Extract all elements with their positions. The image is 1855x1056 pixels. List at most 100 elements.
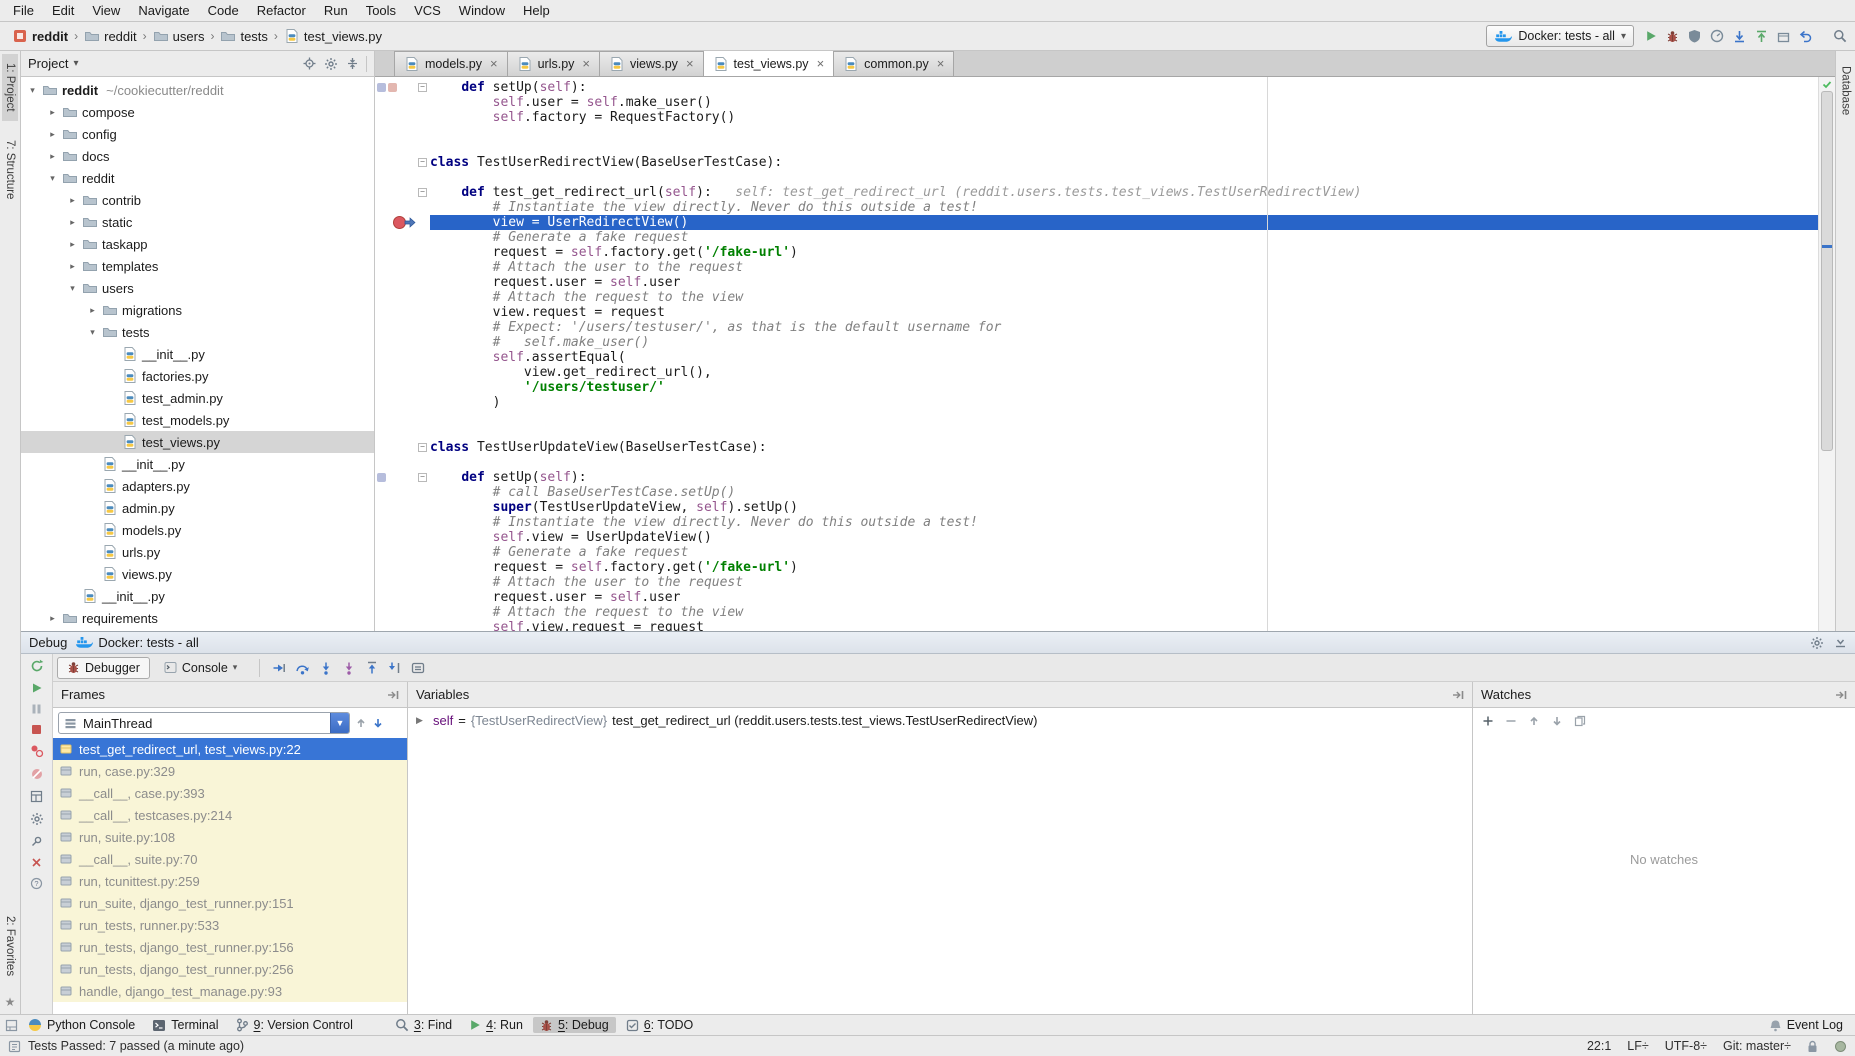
tool-stripe-button-1-project[interactable]: 1: Project — [2, 54, 18, 121]
tree-item-test_views-py[interactable]: test_views.py — [21, 431, 374, 453]
step-out-icon[interactable] — [365, 661, 379, 675]
breadcrumb-item[interactable]: tests — [216, 26, 271, 46]
editor-tab-urls-py[interactable]: urls.py× — [507, 51, 600, 76]
code-line[interactable]: view.get_redirect_url(), — [375, 365, 1818, 380]
next-frame-icon[interactable] — [372, 717, 384, 729]
gutter-cell[interactable] — [375, 230, 430, 245]
gutter-cell[interactable] — [375, 395, 430, 410]
gutter-cell[interactable] — [375, 485, 430, 500]
frame-row[interactable]: __call__, suite.py:70 — [53, 848, 407, 870]
gutter-cell[interactable] — [375, 125, 430, 140]
code-line[interactable]: − def test_get_redirect_url(self): self:… — [375, 185, 1818, 200]
gutter-cell[interactable] — [375, 95, 430, 110]
code-area[interactable]: − def setUp(self): self.user = self.make… — [375, 77, 1818, 631]
gutter-cell[interactable] — [375, 245, 430, 260]
tree-item-__init__-py[interactable]: __init__.py — [21, 343, 374, 365]
frame-row[interactable]: __call__, case.py:393 — [53, 782, 407, 804]
tree-item-urls-py[interactable]: urls.py — [21, 541, 374, 563]
rollback-icon[interactable] — [1799, 30, 1812, 43]
code-line[interactable] — [375, 455, 1818, 470]
code-line[interactable]: # Instantiate the view directly. Never d… — [375, 515, 1818, 530]
close-tab-icon[interactable]: × — [817, 59, 825, 69]
editor-tab-models-py[interactable]: models.py× — [394, 51, 508, 76]
code-line[interactable] — [375, 125, 1818, 140]
frame-row[interactable]: run, suite.py:108 — [53, 826, 407, 848]
tree-item-users[interactable]: ▾users — [21, 277, 374, 299]
gutter-cell[interactable]: − — [375, 470, 430, 485]
debug-icon[interactable] — [1666, 30, 1679, 43]
tests-status-icon[interactable] — [8, 1040, 21, 1053]
code-line[interactable]: request.user = self.user — [375, 590, 1818, 605]
step-into-icon[interactable] — [319, 661, 333, 675]
project-options-icon[interactable] — [324, 57, 338, 71]
close-tab-icon[interactable]: × — [582, 59, 590, 69]
gutter-cell[interactable] — [375, 515, 430, 530]
tool-window-button-python-console[interactable]: Python Console — [21, 1017, 142, 1033]
tree-chevron-right-icon[interactable]: ▸ — [65, 261, 80, 272]
code-line[interactable] — [375, 140, 1818, 155]
gutter-cell[interactable] — [375, 590, 430, 605]
tree-item-__init__-py[interactable]: __init__.py — [21, 453, 374, 475]
tree-chevron-right-icon[interactable]: ▸ — [65, 239, 80, 250]
frame-row[interactable]: test_get_redirect_url, test_views.py:22 — [53, 738, 407, 760]
menu-item-run[interactable]: Run — [315, 0, 357, 21]
gutter-cell[interactable] — [375, 320, 430, 335]
menu-item-file[interactable]: File — [4, 0, 43, 21]
code-line[interactable]: self.user = self.make_user() — [375, 95, 1818, 110]
gutter-cell[interactable] — [375, 290, 430, 305]
tree-item-compose[interactable]: ▸compose — [21, 101, 374, 123]
update-project-icon[interactable] — [1733, 30, 1746, 43]
tree-item-adapters-py[interactable]: adapters.py — [21, 475, 374, 497]
close-icon[interactable] — [31, 857, 42, 868]
code-line[interactable]: super(TestUserUpdateView, self).setUp() — [375, 500, 1818, 515]
gutter-cell[interactable] — [375, 350, 430, 365]
tree-item-test_admin-py[interactable]: test_admin.py — [21, 387, 374, 409]
tree-chevron-down-icon[interactable]: ▾ — [25, 85, 40, 96]
tool-stripe-button-2-favorites[interactable]: 2: Favorites — [2, 907, 18, 985]
gutter-cell[interactable] — [375, 380, 430, 395]
tree-chevron-right-icon[interactable]: ▸ — [45, 613, 60, 624]
fold-marker-icon[interactable]: − — [418, 473, 427, 482]
gutter-cell[interactable] — [375, 410, 430, 425]
menu-item-tools[interactable]: Tools — [357, 0, 405, 21]
help-icon[interactable]: ? — [30, 877, 43, 890]
tree-item-static[interactable]: ▸static — [21, 211, 374, 233]
project-panel-title[interactable]: Project — [28, 56, 68, 71]
debug-tab-console[interactable]: Console▾ — [154, 657, 247, 679]
tree-chevron-right-icon[interactable]: ▸ — [85, 305, 100, 316]
duplicate-watch-icon[interactable] — [1574, 715, 1586, 727]
frame-row[interactable]: run, case.py:329 — [53, 760, 407, 782]
code-line[interactable] — [375, 425, 1818, 440]
chevron-down-icon[interactable]: ▼ — [330, 713, 349, 733]
stop-icon[interactable] — [31, 724, 42, 735]
gutter-cell[interactable] — [375, 425, 430, 440]
code-line[interactable]: # Attach the user to the request — [375, 260, 1818, 275]
tree-item-migrations[interactable]: ▸migrations — [21, 299, 374, 321]
status-widget[interactable]: UTF-8÷ — [1665, 1039, 1707, 1053]
gutter-cell[interactable] — [375, 215, 430, 230]
menu-item-code[interactable]: Code — [199, 0, 248, 21]
previous-frame-icon[interactable] — [355, 717, 367, 729]
mute-breakpoints-icon[interactable] — [30, 767, 44, 781]
gutter-cell[interactable] — [375, 275, 430, 290]
gutter-cell[interactable] — [375, 200, 430, 215]
code-line[interactable]: self.factory = RequestFactory() — [375, 110, 1818, 125]
code-line[interactable]: self.assertEqual( — [375, 350, 1818, 365]
tree-item-test_models-py[interactable]: test_models.py — [21, 409, 374, 431]
frame-row[interactable]: run_tests, runner.py:533 — [53, 914, 407, 936]
gutter-cell[interactable]: − — [375, 440, 430, 455]
tree-chevron-right-icon[interactable]: ▸ — [45, 129, 60, 140]
tool-window-button-terminal[interactable]: Terminal — [145, 1017, 225, 1033]
code-line[interactable]: −class TestUserRedirectView(BaseUserTest… — [375, 155, 1818, 170]
tree-item-requirements[interactable]: ▸requirements — [21, 607, 374, 629]
menu-item-window[interactable]: Window — [450, 0, 514, 21]
fold-marker-icon[interactable]: − — [418, 188, 427, 197]
rerun-icon[interactable] — [30, 659, 44, 673]
tree-item-contrib[interactable]: ▸contrib — [21, 189, 374, 211]
add-watch-icon[interactable] — [1482, 715, 1494, 727]
code-line[interactable]: # Attach the request to the view — [375, 605, 1818, 620]
close-tab-icon[interactable]: × — [937, 59, 945, 69]
debug-tab-debugger[interactable]: Debugger — [57, 657, 150, 679]
code-line[interactable]: request.user = self.user — [375, 275, 1818, 290]
debug-settings-icon[interactable] — [1810, 636, 1824, 650]
